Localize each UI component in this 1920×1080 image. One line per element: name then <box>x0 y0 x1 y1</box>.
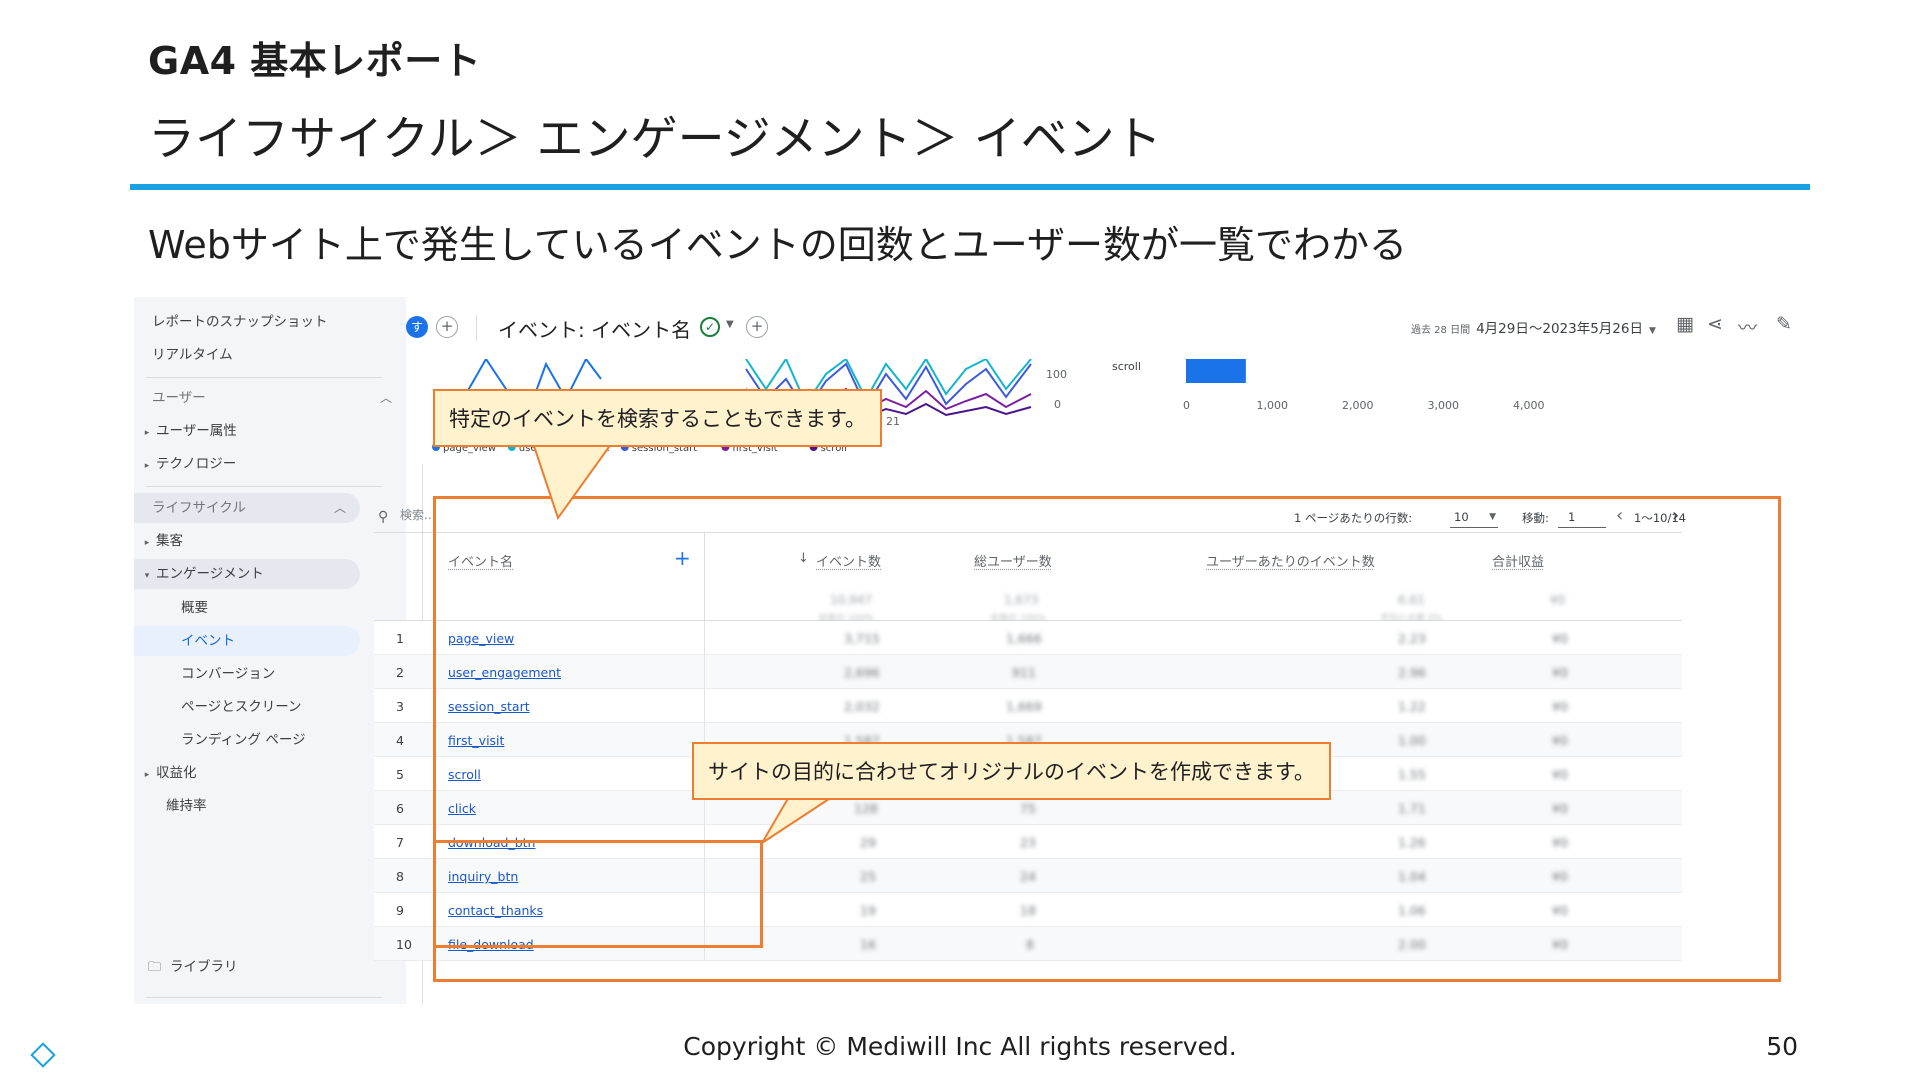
callout-pointers <box>530 439 839 844</box>
page-number: 50 <box>1766 1032 1798 1061</box>
copyright-text: Copyright © Mediwill Inc All rights rese… <box>683 1032 1237 1061</box>
callout-pointer-search <box>530 439 616 521</box>
callout-search: 特定のイベントを検索することもできます。 <box>433 389 883 447</box>
callout-pointer-custom <box>761 794 839 844</box>
callout-custom-events: サイトの目的に合わせてオリジナルのイベントを作成できます。 <box>692 742 1331 800</box>
